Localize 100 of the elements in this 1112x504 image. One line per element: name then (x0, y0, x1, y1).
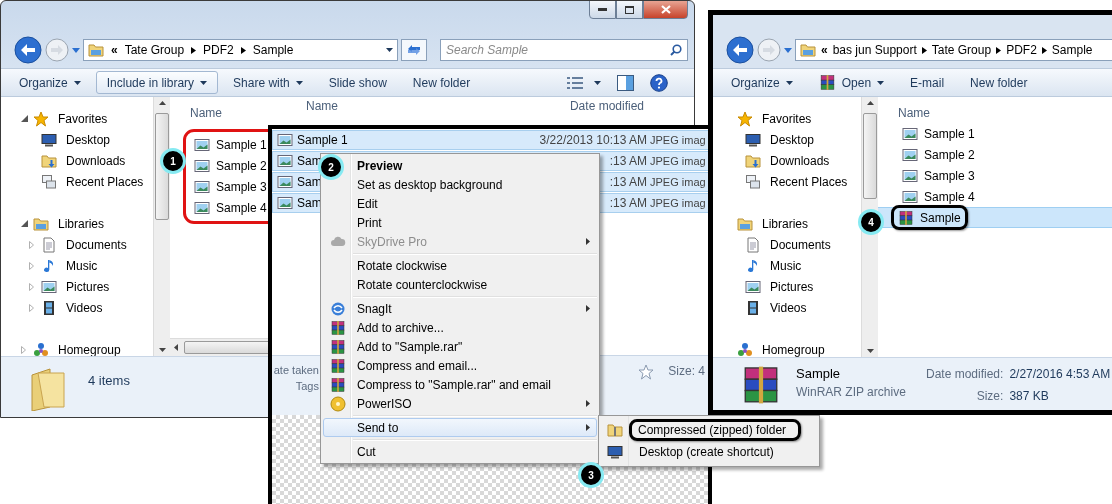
nav-item[interactable]: Pictures (41, 278, 110, 295)
breadcrumb-overflow[interactable]: « (111, 43, 118, 57)
column-header[interactable]: Name (190, 106, 222, 123)
help-icon[interactable] (650, 73, 668, 92)
back-button[interactable] (14, 36, 42, 64)
breadcrumb-item[interactable]: Tate Group (931, 43, 992, 57)
nav-item[interactable]: Desktop (745, 131, 815, 148)
dropdown-caret-icon[interactable] (386, 48, 393, 52)
nav-item[interactable]: Homegroup (33, 341, 121, 358)
breadcrumb-overflow[interactable]: « (821, 43, 828, 57)
nav-item[interactable]: Recent Places (745, 173, 848, 190)
breadcrumb-arrow-icon (1041, 46, 1047, 54)
nav-item[interactable]: Favorites (33, 110, 108, 127)
toolbar-button[interactable]: New folder (401, 71, 482, 94)
menu-item[interactable]: Rotate clockwise (352, 258, 448, 273)
breadcrumb-arrow-icon (996, 46, 1002, 54)
column-header[interactable]: Name (306, 99, 338, 113)
file-item[interactable]: Sample 3 (190, 177, 271, 196)
nav-item[interactable]: Libraries (737, 215, 809, 232)
refresh-button[interactable] (401, 39, 427, 61)
toolbar-button[interactable]: Include in library (95, 71, 219, 94)
history-dropdown-icon[interactable] (72, 47, 80, 53)
view-options-icon[interactable] (566, 75, 584, 90)
breadcrumb-arrow-icon (921, 46, 927, 54)
menu-item[interactable]: Cut (352, 444, 376, 459)
file-item[interactable]: Sample 1 (898, 124, 979, 143)
breadcrumb-item[interactable]: PDF2 (1006, 43, 1037, 57)
menu-item[interactable]: Add to "Sample.rar" (352, 339, 463, 354)
menu-item[interactable]: Compress and email... (352, 358, 478, 373)
toolbar-button[interactable]: New folder (959, 71, 1039, 94)
image-file-icon (194, 199, 210, 216)
nav-item[interactable]: Downloads (41, 152, 126, 169)
breadcrumb-item[interactable]: Sample (1051, 43, 1093, 57)
minimize-button[interactable] (589, 1, 616, 19)
address-bar[interactable]: « bas jun Support Tate Group PDF2 Sample (795, 39, 1112, 61)
swirl-icon (330, 300, 346, 317)
folder-icon (88, 42, 104, 58)
star-icon (737, 110, 753, 127)
history-dropdown-icon[interactable] (784, 47, 792, 53)
scrollbar-thumb[interactable] (155, 113, 169, 220)
nav-item[interactable]: Libraries (33, 215, 105, 232)
download-folder-icon (745, 152, 761, 169)
toolbar-button[interactable]: Organize (720, 71, 804, 94)
menu-item[interactable]: Edit (352, 196, 378, 211)
nav-item[interactable]: Documents (41, 236, 127, 253)
expanded-arrow-icon[interactable] (21, 115, 28, 122)
menu-item[interactable]: SnagIt (352, 301, 392, 316)
nav-item[interactable]: Music (41, 257, 98, 274)
nav-item[interactable]: Music (745, 257, 802, 274)
close-button[interactable] (643, 1, 688, 19)
menu-item[interactable]: Print (352, 215, 382, 230)
film-icon (41, 299, 57, 316)
caret-icon (877, 80, 885, 85)
expanded-arrow-icon[interactable] (21, 220, 28, 227)
nav-item[interactable]: Downloads (745, 152, 830, 169)
menu-item[interactable]: Compressed (zipped) folder (629, 419, 802, 441)
breadcrumb-item[interactable]: Tate Group (124, 43, 185, 57)
toolbar-button[interactable]: Slide show (317, 71, 398, 94)
nav-item[interactable]: Videos (745, 299, 807, 316)
address-bar[interactable]: « Tate Group PDF2 Sample (83, 39, 398, 61)
menu-item[interactable]: Set as desktop background (352, 177, 503, 192)
column-header[interactable]: Name (898, 106, 930, 123)
file-row[interactable]: Sample (878, 207, 1112, 228)
file-item[interactable]: Sample (891, 205, 968, 230)
menu-item[interactable]: Rotate counterclockwise (352, 277, 488, 292)
nav-item[interactable]: Desktop (41, 131, 111, 148)
file-item[interactable]: Sample 2 (898, 145, 979, 164)
preview-pane-icon[interactable] (617, 74, 634, 91)
back-button[interactable] (726, 36, 754, 64)
toolbar-button[interactable]: Share with (222, 71, 314, 94)
file-item[interactable]: Sample 4 (190, 198, 271, 217)
file-item[interactable]: Sample 2 (190, 156, 271, 175)
scrollbar-thumb[interactable] (863, 113, 877, 199)
toolbar-button[interactable]: E-mail (899, 71, 956, 94)
nav-item[interactable]: Favorites (737, 110, 812, 127)
nav-item[interactable]: Documents (745, 236, 831, 253)
star-rating-icon[interactable] (638, 364, 655, 380)
file-item[interactable]: Sample 3 (898, 166, 979, 185)
menu-item[interactable]: Compress to "Sample.rar" and email (352, 377, 551, 392)
menu-item[interactable]: Desktop (create shortcut) (629, 444, 784, 460)
breadcrumb-item[interactable]: PDF2 (203, 43, 234, 57)
search-field[interactable]: Search Sample (440, 39, 688, 61)
toolbar-button[interactable]: Organize (8, 71, 92, 94)
file-item[interactable]: Sample 1 (190, 135, 271, 154)
maximize-button[interactable] (616, 1, 643, 19)
menu-item[interactable]: Add to archive... (352, 320, 444, 335)
nav-item[interactable]: Recent Places (41, 173, 144, 190)
vertical-scrollbar[interactable] (153, 97, 170, 356)
nav-item[interactable]: Videos (41, 299, 103, 316)
file-item[interactable]: Sample 4 (898, 187, 979, 206)
column-header[interactable]: Date modified (569, 99, 644, 113)
file-row[interactable]: Sample 1 3/22/2013 10:13 AM JPEG imag (272, 130, 708, 150)
breadcrumb-item[interactable]: Sample (252, 43, 294, 57)
menu-item[interactable]: PowerISO (352, 396, 412, 411)
nav-item[interactable]: Pictures (745, 278, 814, 295)
vertical-scrollbar[interactable] (861, 97, 878, 357)
toolbar-button[interactable]: Open (807, 71, 896, 94)
nav-item[interactable]: Homegroup (737, 341, 825, 358)
breadcrumb-item[interactable]: bas jun Support (832, 43, 917, 57)
menu-item[interactable]: Preview (352, 158, 403, 173)
